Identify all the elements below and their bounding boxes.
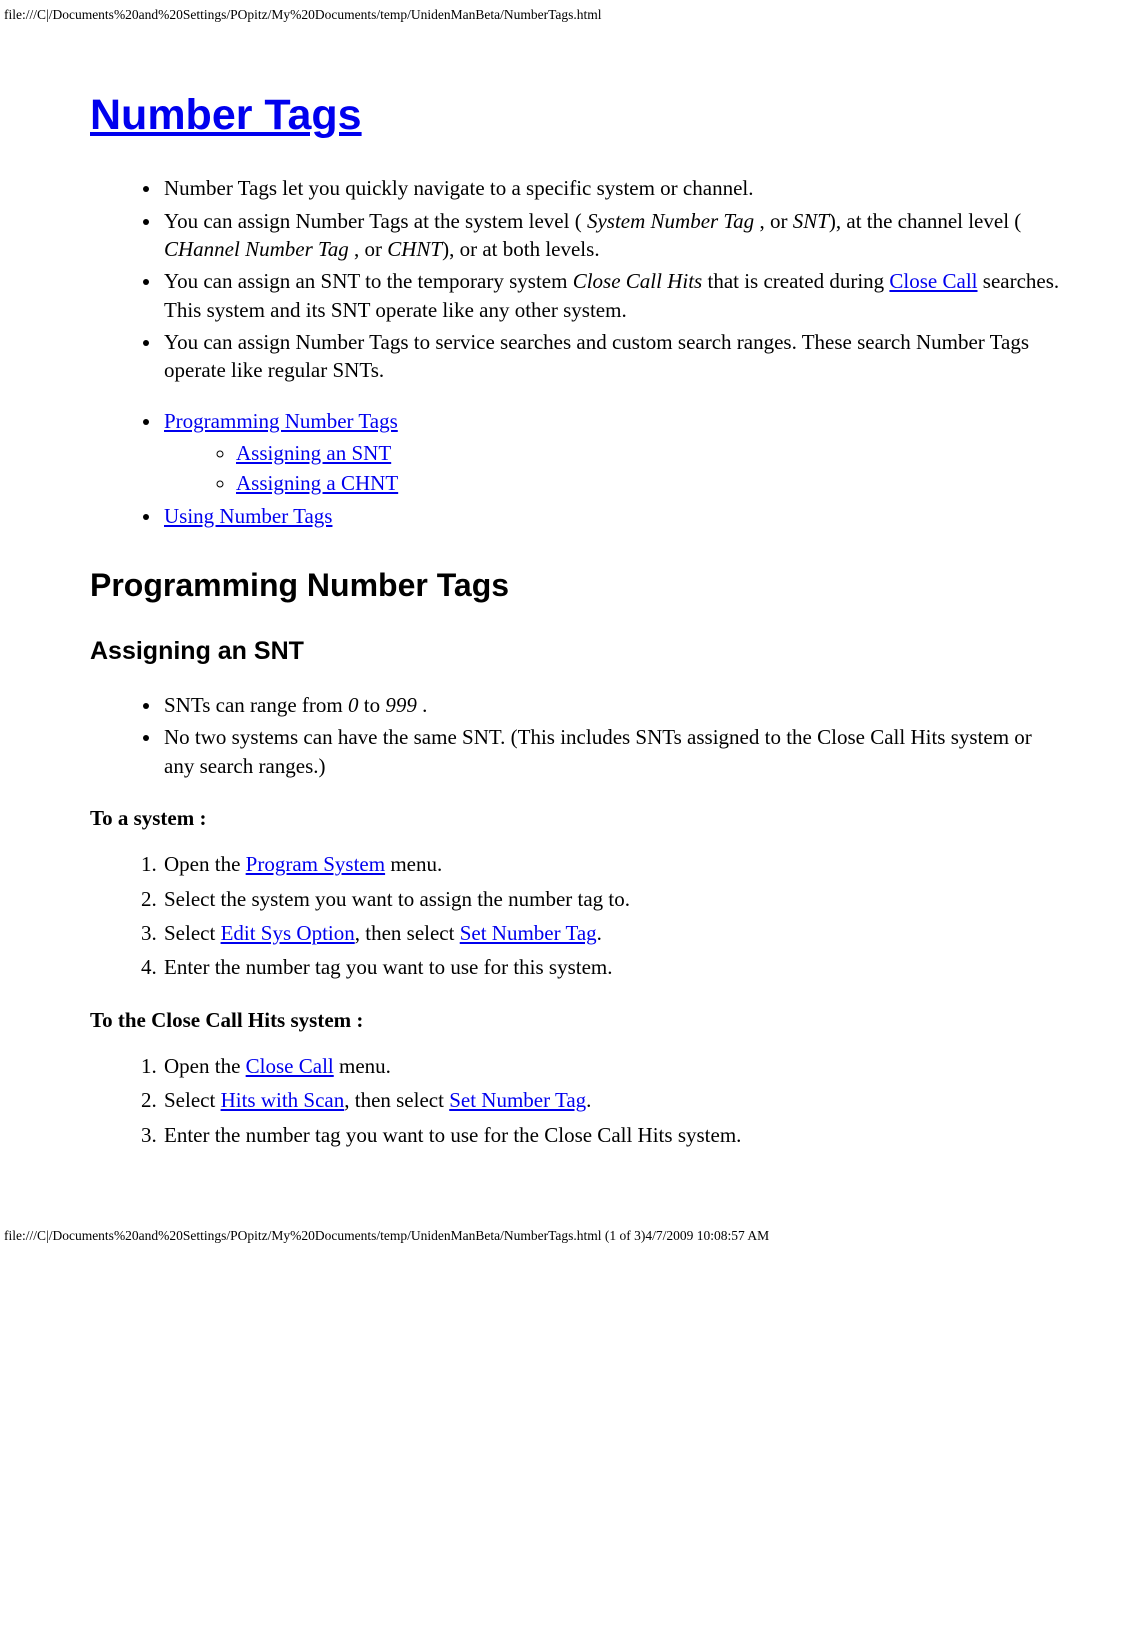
list-item: Using Number Tags bbox=[162, 502, 1062, 530]
program-system-link[interactable]: Program System bbox=[246, 852, 385, 876]
set-number-tag-link-2[interactable]: Set Number Tag bbox=[449, 1088, 586, 1112]
header-file-path: file:///C|/Documents%20and%20Settings/PO… bbox=[0, 0, 1142, 24]
text-italic: 999 bbox=[385, 693, 422, 717]
list-item: Programming Number Tags Assigning an SNT… bbox=[162, 407, 1062, 498]
text: You can assign Number Tags at the system… bbox=[164, 209, 587, 233]
page-title[interactable]: Number Tags bbox=[90, 86, 1062, 144]
list-item: No two systems can have the same SNT. (T… bbox=[162, 723, 1062, 780]
heading-snt: Assigning an SNT bbox=[90, 635, 1062, 669]
text: , then select bbox=[344, 1088, 449, 1112]
list-item: Enter the number tag you want to use for… bbox=[162, 1121, 1062, 1149]
list-item: Number Tags let you quickly navigate to … bbox=[162, 174, 1062, 202]
list-item: Select Hits with Scan, then select Set N… bbox=[162, 1086, 1062, 1114]
toc-sublist: Assigning an SNT Assigning a CHNT bbox=[164, 439, 1062, 498]
text-italic: Close Call Hits bbox=[573, 269, 703, 293]
to-system-label: To a system : bbox=[90, 804, 1062, 832]
text: Open the bbox=[164, 1054, 246, 1078]
text: ), at the channel level ( bbox=[829, 209, 1021, 233]
list-item: You can assign Number Tags to service se… bbox=[162, 328, 1062, 385]
list-item: You can assign an SNT to the temporary s… bbox=[162, 267, 1062, 324]
text: menu. bbox=[334, 1054, 391, 1078]
toc-snt-link[interactable]: Assigning an SNT bbox=[236, 441, 391, 465]
text: ), or at both levels. bbox=[442, 237, 599, 261]
text-bold: To the Close Call Hits system bbox=[90, 1008, 356, 1032]
text: to bbox=[358, 693, 385, 717]
text: SNTs can range from bbox=[164, 693, 348, 717]
text-italic: CHannel Number Tag bbox=[164, 237, 354, 261]
to-system-steps: Open the Program System menu. Select the… bbox=[90, 850, 1062, 981]
heading-programming: Programming Number Tags bbox=[90, 564, 1062, 607]
text: : bbox=[199, 806, 206, 830]
hits-with-scan-link[interactable]: Hits with Scan bbox=[221, 1088, 345, 1112]
text-italic: System Number Tag bbox=[587, 209, 759, 233]
footer-file-path: file:///C|/Documents%20and%20Settings/PO… bbox=[0, 1167, 1142, 1255]
text: Open the bbox=[164, 852, 246, 876]
close-call-menu-link[interactable]: Close Call bbox=[246, 1054, 334, 1078]
list-item: Open the Program System menu. bbox=[162, 850, 1062, 878]
toc-list: Programming Number Tags Assigning an SNT… bbox=[90, 407, 1062, 530]
text: Select bbox=[164, 1088, 221, 1112]
text-italic: CHNT bbox=[387, 237, 442, 261]
list-item: Enter the number tag you want to use for… bbox=[162, 953, 1062, 981]
close-call-link[interactable]: Close Call bbox=[889, 269, 977, 293]
text: , or bbox=[759, 209, 792, 233]
text: . bbox=[422, 693, 427, 717]
toc-chnt-link[interactable]: Assigning a CHNT bbox=[236, 471, 398, 495]
intro-list: Number Tags let you quickly navigate to … bbox=[90, 174, 1062, 384]
text: menu. bbox=[385, 852, 442, 876]
toc-using-link[interactable]: Using Number Tags bbox=[164, 504, 332, 528]
text-italic: 0 bbox=[348, 693, 359, 717]
text: : bbox=[356, 1008, 363, 1032]
text: , or bbox=[354, 237, 387, 261]
list-item: Open the Close Call menu. bbox=[162, 1052, 1062, 1080]
list-item: SNTs can range from 0 to 999 . bbox=[162, 691, 1062, 719]
list-item: Select Edit Sys Option, then select Set … bbox=[162, 919, 1062, 947]
text: , then select bbox=[355, 921, 460, 945]
edit-sys-option-link[interactable]: Edit Sys Option bbox=[221, 921, 355, 945]
to-cc-steps: Open the Close Call menu. Select Hits wi… bbox=[90, 1052, 1062, 1149]
text: that is created during bbox=[702, 269, 889, 293]
snt-list: SNTs can range from 0 to 999 . No two sy… bbox=[90, 691, 1062, 780]
page-content: Number Tags Number Tags let you quickly … bbox=[0, 24, 1142, 1149]
text-bold: To a system bbox=[90, 806, 199, 830]
text: . bbox=[597, 921, 602, 945]
text: Select bbox=[164, 921, 221, 945]
text: You can assign an SNT to the temporary s… bbox=[164, 269, 573, 293]
set-number-tag-link[interactable]: Set Number Tag bbox=[460, 921, 597, 945]
to-cc-label: To the Close Call Hits system : bbox=[90, 1006, 1062, 1034]
list-item: Assigning a CHNT bbox=[236, 469, 1062, 497]
text-italic: SNT bbox=[793, 209, 829, 233]
list-item: Assigning an SNT bbox=[236, 439, 1062, 467]
toc-programming-link[interactable]: Programming Number Tags bbox=[164, 409, 398, 433]
list-item: Select the system you want to assign the… bbox=[162, 885, 1062, 913]
list-item: You can assign Number Tags at the system… bbox=[162, 207, 1062, 264]
text: . bbox=[586, 1088, 591, 1112]
